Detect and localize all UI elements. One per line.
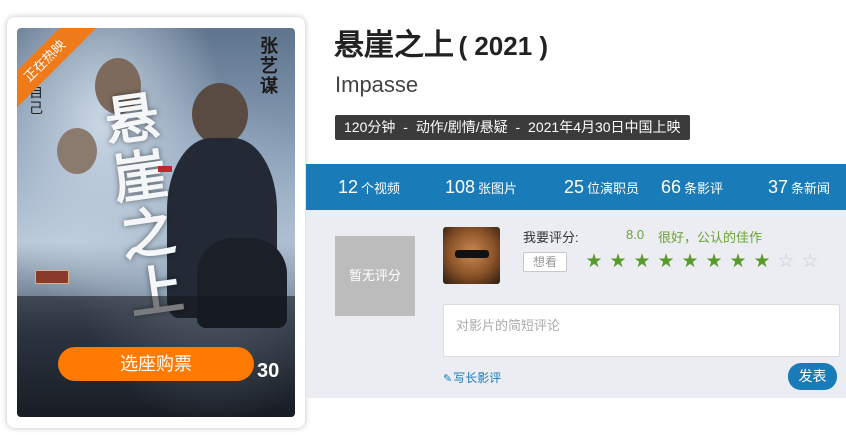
star-filled-icon[interactable]: ★ bbox=[654, 250, 678, 273]
movie-title: 悬崖之上 bbox=[334, 29, 454, 62]
stat-count: 66 bbox=[661, 177, 682, 197]
poster-director-text: 张艺谋 bbox=[260, 36, 278, 96]
stat-unit: 条新闻 bbox=[791, 181, 831, 196]
avatar-glasses bbox=[455, 250, 489, 258]
poster-date-number: 30 bbox=[257, 360, 280, 382]
star-empty-icon[interactable]: ☆ bbox=[774, 250, 798, 273]
star-empty-icon[interactable]: ☆ bbox=[798, 250, 822, 273]
stat-count: 37 bbox=[768, 177, 789, 197]
movie-meta-tag: 120分钟 - 动作/剧情/悬疑 - 2021年4月30日中国上映 bbox=[335, 115, 690, 140]
write-review-link[interactable]: ✎写长影评 bbox=[443, 369, 501, 386]
poster-figure bbox=[57, 128, 97, 174]
star-filled-icon[interactable]: ★ bbox=[726, 250, 750, 273]
stat-unit: 个视频 bbox=[361, 181, 401, 196]
rate-description: 很好，公认的佳作 bbox=[658, 230, 763, 245]
buy-ticket-button[interactable]: 选座购票 bbox=[58, 347, 254, 381]
poster-figure bbox=[192, 83, 248, 145]
user-avatar[interactable] bbox=[443, 227, 500, 284]
write-review-label: 写长影评 bbox=[453, 371, 502, 385]
star-filled-icon[interactable]: ★ bbox=[678, 250, 702, 273]
stat-unit: 张图片 bbox=[478, 181, 518, 196]
poster-sign bbox=[35, 270, 69, 284]
star-filled-icon[interactable]: ★ bbox=[750, 250, 774, 273]
short-comment-input[interactable]: 对影片的简短评论 bbox=[443, 304, 840, 357]
rate-label: 我要评分: bbox=[523, 230, 579, 245]
stat-count: 108 bbox=[445, 177, 476, 197]
star-filled-icon[interactable]: ★ bbox=[582, 250, 606, 273]
stats-bar: 12 个视频 108 张图片 25 位演职员 66 条影评 37 条新闻 bbox=[306, 164, 846, 210]
stat-unit: 位演职员 bbox=[587, 181, 640, 196]
movie-duration: 120分钟 bbox=[344, 119, 396, 135]
submit-button[interactable]: 发表 bbox=[788, 363, 837, 390]
movie-year: ( 2021 ) bbox=[458, 31, 549, 61]
pencil-icon: ✎ bbox=[443, 373, 453, 385]
movie-release: 2021年4月30日中国上映 bbox=[528, 119, 681, 135]
stat-videos[interactable]: 12 个视频 bbox=[338, 164, 400, 212]
star-filled-icon[interactable]: ★ bbox=[702, 250, 726, 273]
movie-english-title: Impasse bbox=[335, 72, 419, 97]
movie-poster[interactable]: 悬崖之上 张艺谋 绝自己 30 正在热映 选座购票 bbox=[17, 28, 295, 417]
stat-images[interactable]: 108 张图片 bbox=[445, 164, 517, 212]
stat-news[interactable]: 37 条新闻 bbox=[768, 164, 830, 212]
rating-area: 暂无评分 我要评分: 8.0 很好，公认的佳作 想看 ★ ★ ★ ★ ★ ★ ★ ★ ☆ ☆ 对影… bbox=[306, 210, 846, 398]
want-to-watch-button[interactable]: 想看 bbox=[523, 252, 567, 272]
stat-unit: 条影评 bbox=[684, 181, 724, 196]
movie-genres: 动作/剧情/悬疑 bbox=[415, 119, 508, 135]
star-filled-icon[interactable]: ★ bbox=[606, 250, 630, 273]
poster-red-mark bbox=[158, 166, 172, 172]
stat-cast[interactable]: 25 位演职员 bbox=[564, 164, 639, 212]
poster-card: 悬崖之上 张艺谋 绝自己 30 正在热映 选座购票 bbox=[7, 17, 305, 428]
star-filled-icon[interactable]: ★ bbox=[630, 250, 654, 273]
stat-reviews[interactable]: 66 条影评 bbox=[661, 164, 723, 212]
star-rating[interactable]: ★ ★ ★ ★ ★ ★ ★ ★ ☆ ☆ bbox=[582, 250, 822, 273]
movie-title-row: 悬崖之上 ( 2021 ) bbox=[334, 20, 548, 64]
meta-separator: - bbox=[403, 119, 408, 135]
meta-separator: - bbox=[515, 119, 521, 135]
stat-count: 12 bbox=[338, 177, 359, 197]
no-score-box: 暂无评分 bbox=[335, 236, 415, 316]
rate-score: 8.0 bbox=[626, 227, 645, 242]
stat-count: 25 bbox=[564, 177, 585, 197]
